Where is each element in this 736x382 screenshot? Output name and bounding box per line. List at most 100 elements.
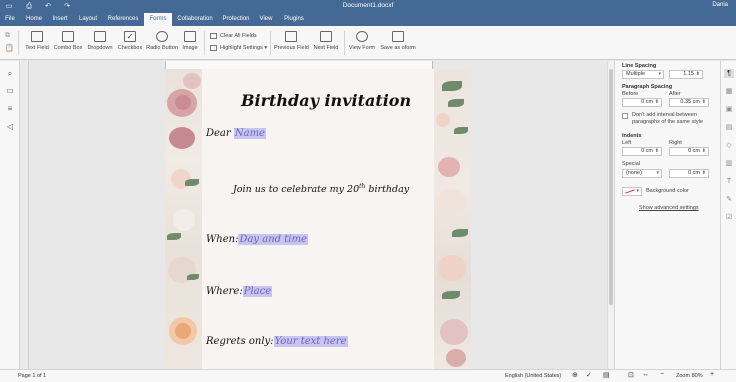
background-color-picker[interactable]: ▾ — [622, 187, 642, 196]
previous-field-button[interactable]: Previous Field — [274, 31, 309, 57]
show-advanced-settings-link[interactable]: Show advanced settings — [639, 205, 699, 211]
invitation-body — [202, 69, 434, 369]
fit-page-icon[interactable]: ⊡ — [628, 371, 634, 379]
user-name[interactable]: Dania — [712, 2, 728, 8]
combo-box-icon — [62, 31, 74, 42]
vertical-scrollbar[interactable] — [607, 61, 614, 369]
radio-button-button[interactable]: Radio Button — [146, 31, 178, 57]
chart-settings-icon[interactable]: ▥ — [724, 159, 734, 168]
signature-settings-icon[interactable]: ✎ — [724, 195, 734, 204]
spellcheck-icon[interactable]: ✓ — [586, 371, 592, 379]
form-settings-icon[interactable]: ☑ — [724, 213, 734, 222]
dropdown-icon — [94, 31, 106, 42]
image-button[interactable]: Image — [180, 31, 200, 57]
search-icon[interactable]: ⌕ — [5, 69, 15, 78]
spacing-before-input[interactable]: 0 cm ⬍ — [622, 98, 662, 107]
zoom-in-icon[interactable]: + — [710, 371, 714, 378]
copy-icon[interactable]: ⧉ — [5, 32, 10, 40]
spin-icon[interactable]: ⬍ — [702, 148, 706, 155]
spin-icon[interactable]: ⬍ — [655, 99, 659, 106]
special-indent-input[interactable]: 0 cm ⬍ — [669, 169, 709, 178]
spin-icon[interactable]: ⬍ — [702, 170, 706, 177]
no-color-icon — [625, 189, 635, 194]
tab-protection[interactable]: Protection — [218, 13, 254, 26]
indent-left-label: Left — [622, 140, 632, 146]
spin-icon[interactable]: ⬍ — [655, 148, 659, 155]
tab-plugins[interactable]: Plugins — [280, 13, 308, 26]
dont-add-interval-label-2: paragraphs of the same style — [632, 119, 703, 125]
comments-icon[interactable]: ▭ — [5, 86, 15, 95]
regrets-field[interactable]: Your text here — [273, 336, 348, 347]
highlight-settings-button[interactable]: Highlight Settings ▾ — [210, 44, 267, 53]
checkbox-icon: ✓ — [124, 31, 136, 42]
when-field[interactable]: Day and time — [238, 234, 308, 245]
spin-icon[interactable]: ⬍ — [696, 71, 700, 78]
indent-right-input[interactable]: 0 cm ⬍ — [669, 147, 709, 156]
celebrate-text: Join us to celebrate my 20 — [233, 184, 360, 196]
tab-layout[interactable]: Layout — [74, 13, 102, 26]
dear-label: Dear — [206, 128, 234, 139]
line-spacing-type-select[interactable]: Multiple ▾ — [622, 70, 664, 79]
tab-collaboration[interactable]: Collaboration — [174, 13, 216, 26]
chevron-down-icon: ▾ — [636, 188, 639, 194]
next-field-button[interactable]: Next Field — [312, 31, 340, 57]
document-page[interactable]: Birthday invitation Dear Name Join us to… — [165, 69, 471, 369]
floral-border-left — [165, 69, 202, 369]
tab-insert[interactable]: Insert — [48, 13, 72, 26]
vertical-ruler[interactable] — [20, 61, 29, 369]
celebrate-line: Join us to celebrate my 20th birthday — [233, 183, 409, 195]
header-footer-icon[interactable]: ▤ — [724, 123, 734, 132]
view-form-button[interactable]: View Form — [348, 31, 376, 57]
save-as-oform-button[interactable]: Save as oform — [378, 31, 418, 57]
eye-icon — [356, 31, 368, 42]
where-field[interactable]: Place — [242, 286, 273, 297]
menu-bar: File Home Insert Layout References Forms… — [0, 13, 736, 26]
text-field-button[interactable]: Text Field — [22, 31, 52, 57]
line-spacing-value-input[interactable]: 1.15 ⬍ — [669, 70, 703, 79]
image-settings-icon[interactable]: ▣ — [724, 105, 734, 114]
tab-view[interactable]: View — [256, 13, 276, 26]
tab-file[interactable]: File — [0, 13, 20, 26]
after-label: After — [669, 91, 681, 97]
toolbar-separator — [270, 31, 271, 55]
fit-width-icon[interactable]: ↔ — [642, 371, 649, 378]
dropdown-button[interactable]: Dropdown — [86, 31, 114, 57]
paste-icon[interactable]: 📋 — [5, 44, 14, 52]
track-changes-icon[interactable]: ▤ — [603, 371, 610, 379]
text-field-icon — [31, 31, 43, 42]
horizontal-ruler[interactable] — [29, 61, 607, 69]
toolbar-separator — [18, 31, 19, 55]
chevron-down-icon: ▾ — [658, 71, 661, 77]
zoom-out-icon[interactable]: − — [660, 371, 664, 378]
name-field[interactable]: Name — [233, 128, 266, 139]
combo-box-button[interactable]: Combo Box — [52, 31, 84, 57]
globe-icon[interactable]: ⊕ — [572, 371, 578, 379]
spin-icon[interactable]: ⬍ — [702, 99, 706, 106]
spacing-after-input[interactable]: 0.35 cm ⬍ — [669, 98, 709, 107]
paragraph-settings-icon[interactable]: ¶ — [724, 69, 734, 78]
text-art-icon[interactable]: T — [724, 177, 734, 186]
document-canvas: Birthday invitation Dear Name Join us to… — [29, 69, 607, 369]
checkbox-button[interactable]: ✓ Checkbox — [116, 31, 144, 57]
line-spacing-heading: Line Spacing — [622, 63, 657, 69]
status-bar: Page 1 of 1 English (United States) ⊕ ✓ … — [0, 369, 736, 382]
clear-all-fields-button[interactable]: Clear All Fields — [210, 32, 257, 41]
regrets-line: Regrets only:Your text here — [206, 336, 348, 347]
shape-settings-icon[interactable]: ◇ — [724, 141, 734, 150]
tab-home[interactable]: Home — [22, 13, 46, 26]
before-label: Before — [622, 91, 639, 97]
feedback-icon[interactable]: ◁ — [5, 122, 15, 131]
navigation-icon[interactable]: ≡ — [5, 104, 15, 113]
tab-references[interactable]: References — [104, 13, 142, 26]
special-indent-select[interactable]: (none) ▾ — [622, 169, 662, 178]
left-sidebar: ⌕ ▭ ≡ ◁ — [0, 61, 20, 369]
tab-forms[interactable]: Forms — [144, 13, 172, 26]
chevron-down-icon: ▾ — [656, 170, 659, 176]
language-selector[interactable]: English (United States) — [505, 373, 561, 379]
scrollbar-thumb[interactable] — [609, 69, 613, 305]
dont-add-interval-checkbox[interactable] — [622, 113, 628, 119]
table-settings-icon[interactable]: ▦ — [724, 87, 734, 96]
page-indicator[interactable]: Page 1 of 1 — [18, 373, 46, 379]
when-line: When:Day and time — [206, 234, 308, 245]
indent-left-input[interactable]: 0 cm ⬍ — [622, 147, 662, 156]
